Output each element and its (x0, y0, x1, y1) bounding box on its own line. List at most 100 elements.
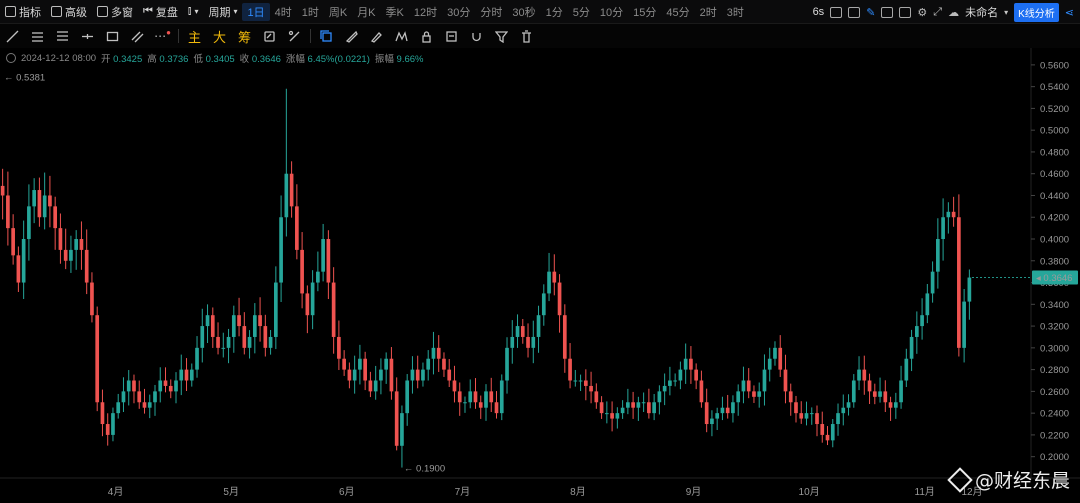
candle-body (205, 315, 210, 327)
chip-button[interactable]: 筹 (232, 24, 257, 48)
min-price-label: ← 0.1900 (404, 464, 445, 475)
measure-icon[interactable] (282, 24, 307, 48)
period-3[interactable]: 周K (324, 0, 352, 24)
line-tool-icon[interactable] (0, 24, 25, 48)
candle-body (809, 413, 814, 415)
pattern-icon[interactable] (389, 24, 414, 48)
kline-analysis-button[interactable]: K线分析 (1014, 2, 1059, 22)
refresh-interval[interactable]: 6s (813, 6, 825, 18)
candle-body (74, 239, 79, 250)
indicators-button[interactable]: 指标 (0, 0, 46, 24)
period-4[interactable]: 月K (352, 0, 380, 24)
channel-icon[interactable] (125, 24, 150, 48)
period-11[interactable]: 5分 (568, 0, 595, 24)
brush-icon[interactable] (364, 24, 389, 48)
period-9[interactable]: 30秒 (507, 0, 540, 24)
month-tick-label: 6月 (339, 486, 355, 498)
window-icon[interactable] (881, 6, 894, 18)
period-1[interactable]: 4时 (270, 0, 297, 24)
advanced-button[interactable]: 高级 (46, 0, 92, 24)
period-10[interactable]: 1分 (541, 0, 568, 24)
price-tick-label: 0.4400 (1040, 191, 1069, 202)
candle-body (620, 407, 625, 414)
period-15[interactable]: 2时 (695, 0, 722, 24)
candle-body (431, 347, 436, 359)
price-tick-label: 0.4200 (1040, 213, 1069, 224)
horizontal-line-icon[interactable] (75, 24, 100, 48)
period-2[interactable]: 1时 (297, 0, 324, 24)
candle-body (105, 424, 110, 435)
candle-body (652, 402, 656, 414)
candle-body (505, 347, 509, 381)
candle-body (337, 336, 341, 359)
grid-icon[interactable] (899, 6, 912, 18)
candle-body (452, 380, 457, 392)
candle-body (678, 369, 683, 381)
filter-icon[interactable] (489, 24, 514, 48)
multi-window-button[interactable]: 多窗 (92, 0, 138, 24)
candle-body (610, 413, 614, 419)
period-8[interactable]: 分时 (475, 0, 507, 24)
period-14[interactable]: 45分 (661, 0, 694, 24)
candlestick-chart[interactable]: 0.5600 0.5400 0.5200 0.5000 0.4800 0.4600 0.44… (0, 48, 1080, 503)
pen-icon[interactable]: ✎ (866, 6, 875, 19)
big-order-button[interactable]: 大 (207, 24, 232, 48)
chart-type-button[interactable]: ⫾ ▾ (183, 0, 204, 24)
share-icon[interactable]: ⋖ (1065, 6, 1074, 19)
candle-body (384, 358, 389, 370)
period-7[interactable]: 30分 (442, 0, 475, 24)
candle-body (352, 369, 357, 381)
candle-body (210, 315, 215, 337)
period-16[interactable]: 3时 (722, 0, 749, 24)
period-0[interactable]: 1日 (242, 2, 270, 21)
candle-body (368, 380, 373, 392)
candle-body (421, 369, 425, 381)
time-axis: 4月 5月 6月 7月 8月 9月 10月 11月 12月 (108, 486, 983, 498)
replay-button[interactable]: ⏮ 复盘 (138, 0, 183, 24)
period-12[interactable]: 10分 (595, 0, 628, 24)
rectangle-icon[interactable] (100, 24, 125, 48)
candle-body (594, 391, 599, 403)
candle-body (237, 315, 241, 327)
price-tick-label: 0.4600 (1040, 169, 1069, 180)
candle-body (158, 380, 163, 392)
candle-body (704, 402, 709, 425)
fib-lines-icon[interactable] (50, 24, 75, 48)
period-menu-button[interactable]: 周期 ▾ (203, 0, 242, 24)
candle-body (200, 326, 205, 348)
ruler-icon[interactable] (339, 24, 364, 48)
candle-icon: ⫾ (187, 5, 192, 17)
refresh-icon[interactable] (257, 24, 282, 48)
candles (0, 88, 972, 468)
candle-body (79, 239, 84, 250)
price-tick-label: 0.5200 (1040, 104, 1069, 115)
candle-body (883, 391, 888, 403)
lock-icon[interactable] (414, 24, 439, 48)
candle-body (773, 347, 777, 359)
period-list: 1日 4时 1时 周K 月K 季K 12时 30分 分时 30秒 1分 5分 10分 15分 45分 2时 3时 (242, 0, 748, 24)
more-tools-icon[interactable]: ⋯ ● (150, 24, 175, 48)
candle-body (731, 402, 735, 414)
candle-body (778, 347, 783, 370)
period-5[interactable]: 季K (381, 0, 409, 24)
main-indicator-button[interactable]: 主 (182, 24, 207, 48)
copy-icon[interactable] (314, 24, 339, 48)
candle-body (69, 249, 73, 261)
candle-body (111, 413, 115, 435)
month-tick-label: 10月 (799, 486, 820, 498)
layout-name[interactable]: 未命名 (965, 4, 998, 20)
period-13[interactable]: 15分 (628, 0, 661, 24)
candle-body (562, 315, 567, 359)
candle-body (363, 358, 367, 381)
magnet-icon[interactable] (464, 24, 489, 48)
fullscreen-icon[interactable] (848, 6, 861, 18)
period-6[interactable]: 12时 (409, 0, 442, 24)
note-icon[interactable] (439, 24, 464, 48)
trash-icon[interactable] (514, 24, 539, 48)
candle-body (957, 217, 961, 348)
parallel-lines-icon[interactable] (25, 24, 50, 48)
camera-icon[interactable] (830, 6, 843, 18)
expand-icon[interactable]: ⤢ (933, 6, 942, 19)
settings-icon[interactable]: ⚙ (917, 6, 927, 19)
candle-body (515, 326, 520, 337)
